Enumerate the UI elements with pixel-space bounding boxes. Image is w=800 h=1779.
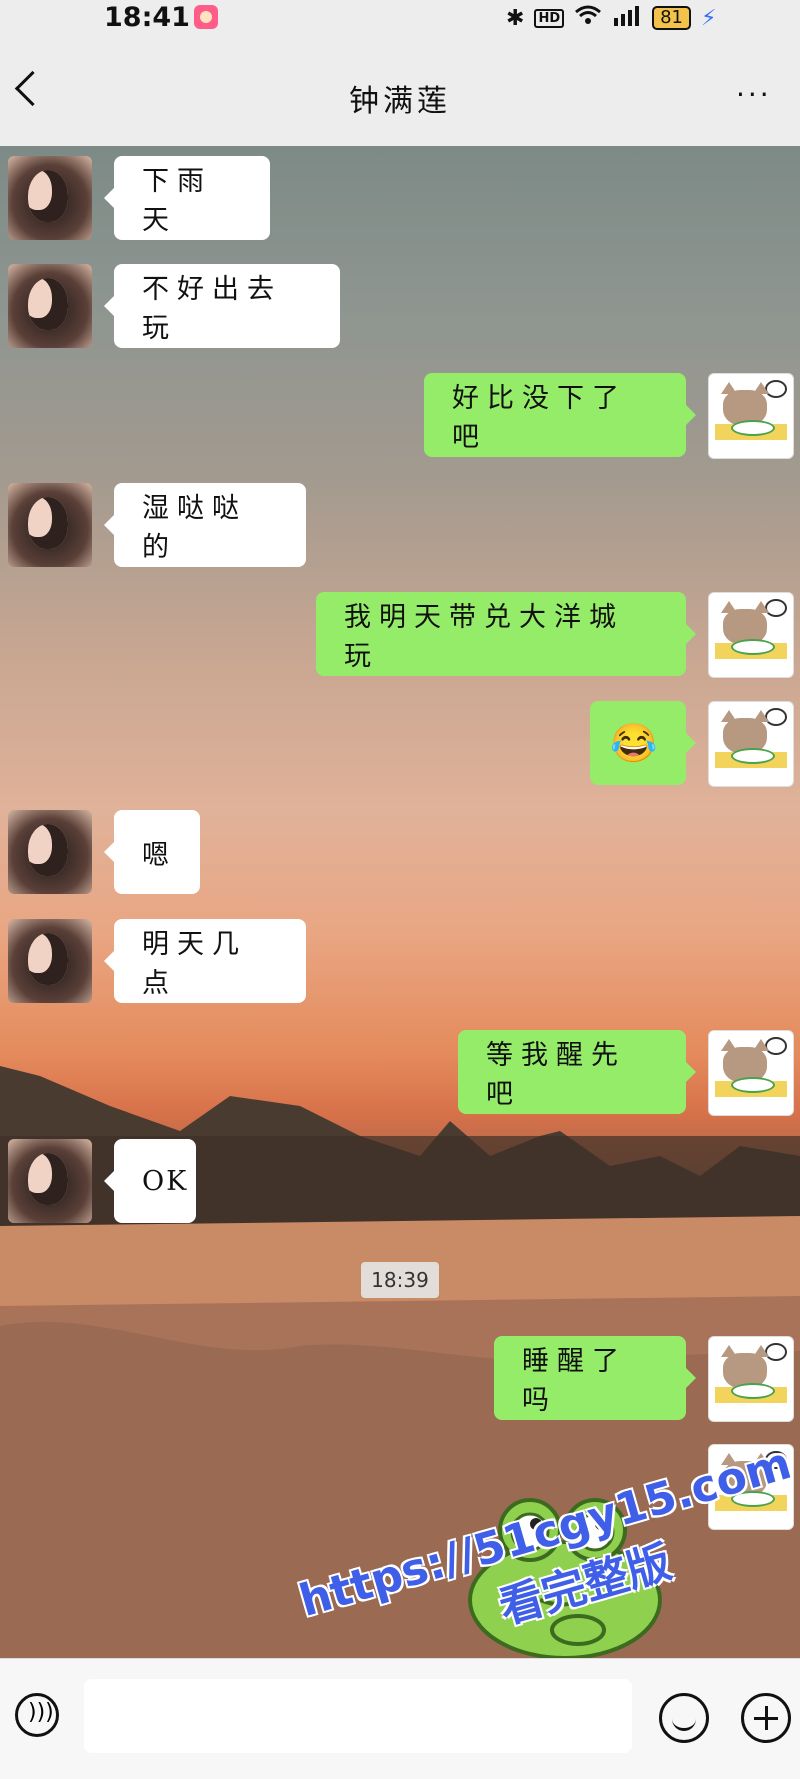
incoming-message[interactable]: 明天几点 (104, 919, 306, 1003)
my-avatar[interactable] (708, 373, 794, 459)
contact-avatar[interactable] (8, 810, 92, 894)
incoming-message[interactable]: 湿哒哒的 (104, 483, 306, 567)
battery-icon: 81 (652, 6, 692, 30)
contact-avatar[interactable] (8, 483, 92, 567)
contact-avatar[interactable] (8, 156, 92, 240)
outgoing-message[interactable]: 我明天带兑大洋城玩 (316, 592, 696, 676)
outgoing-message[interactable]: 睡醒了吗 (494, 1336, 696, 1420)
chat-header: 钟满莲 ··· (0, 36, 800, 146)
hd-icon: HD (534, 8, 565, 28)
contact-name-title: 钟满莲 (349, 84, 451, 119)
incoming-message[interactable]: 不好出去玩 (104, 264, 340, 348)
my-avatar[interactable] (708, 1030, 794, 1116)
my-avatar[interactable] (708, 1336, 794, 1422)
charging-icon: ⚡ (701, 5, 717, 31)
plus-icon[interactable] (741, 1693, 791, 1743)
incoming-message[interactable]: 嗯 (104, 810, 200, 894)
my-avatar[interactable] (708, 701, 794, 787)
status-bar: 18:41 ✱ HD 81 ⚡ (0, 0, 800, 36)
app-notification-icon (194, 5, 218, 29)
contact-avatar[interactable] (8, 264, 92, 348)
status-time: 18:41 (104, 2, 190, 33)
incoming-message[interactable]: 下雨天 (104, 156, 270, 240)
contact-avatar[interactable] (8, 1139, 92, 1223)
message-timestamp: 18:39 (361, 1262, 439, 1298)
5g-signal-icon (612, 4, 642, 32)
outgoing-message[interactable]: 等我醒先吧 (458, 1030, 696, 1114)
message-input[interactable] (84, 1679, 632, 1753)
my-avatar[interactable] (708, 592, 794, 678)
input-bar: ))) (0, 1658, 800, 1779)
incoming-message[interactable]: OK (104, 1139, 196, 1223)
outgoing-emoji-message[interactable]: 😂 (590, 701, 696, 785)
emoji-icon[interactable] (659, 1693, 709, 1743)
outgoing-message[interactable]: 好比没下了吧 (424, 373, 696, 457)
status-icons: ✱ HD 81 ⚡ (506, 4, 716, 32)
contact-avatar[interactable] (8, 919, 92, 1003)
voice-input-icon[interactable]: ))) (15, 1693, 59, 1737)
wifi-icon (574, 4, 602, 32)
more-options-icon[interactable]: ··· (736, 81, 772, 109)
bluetooth-icon: ✱ (506, 5, 525, 31)
